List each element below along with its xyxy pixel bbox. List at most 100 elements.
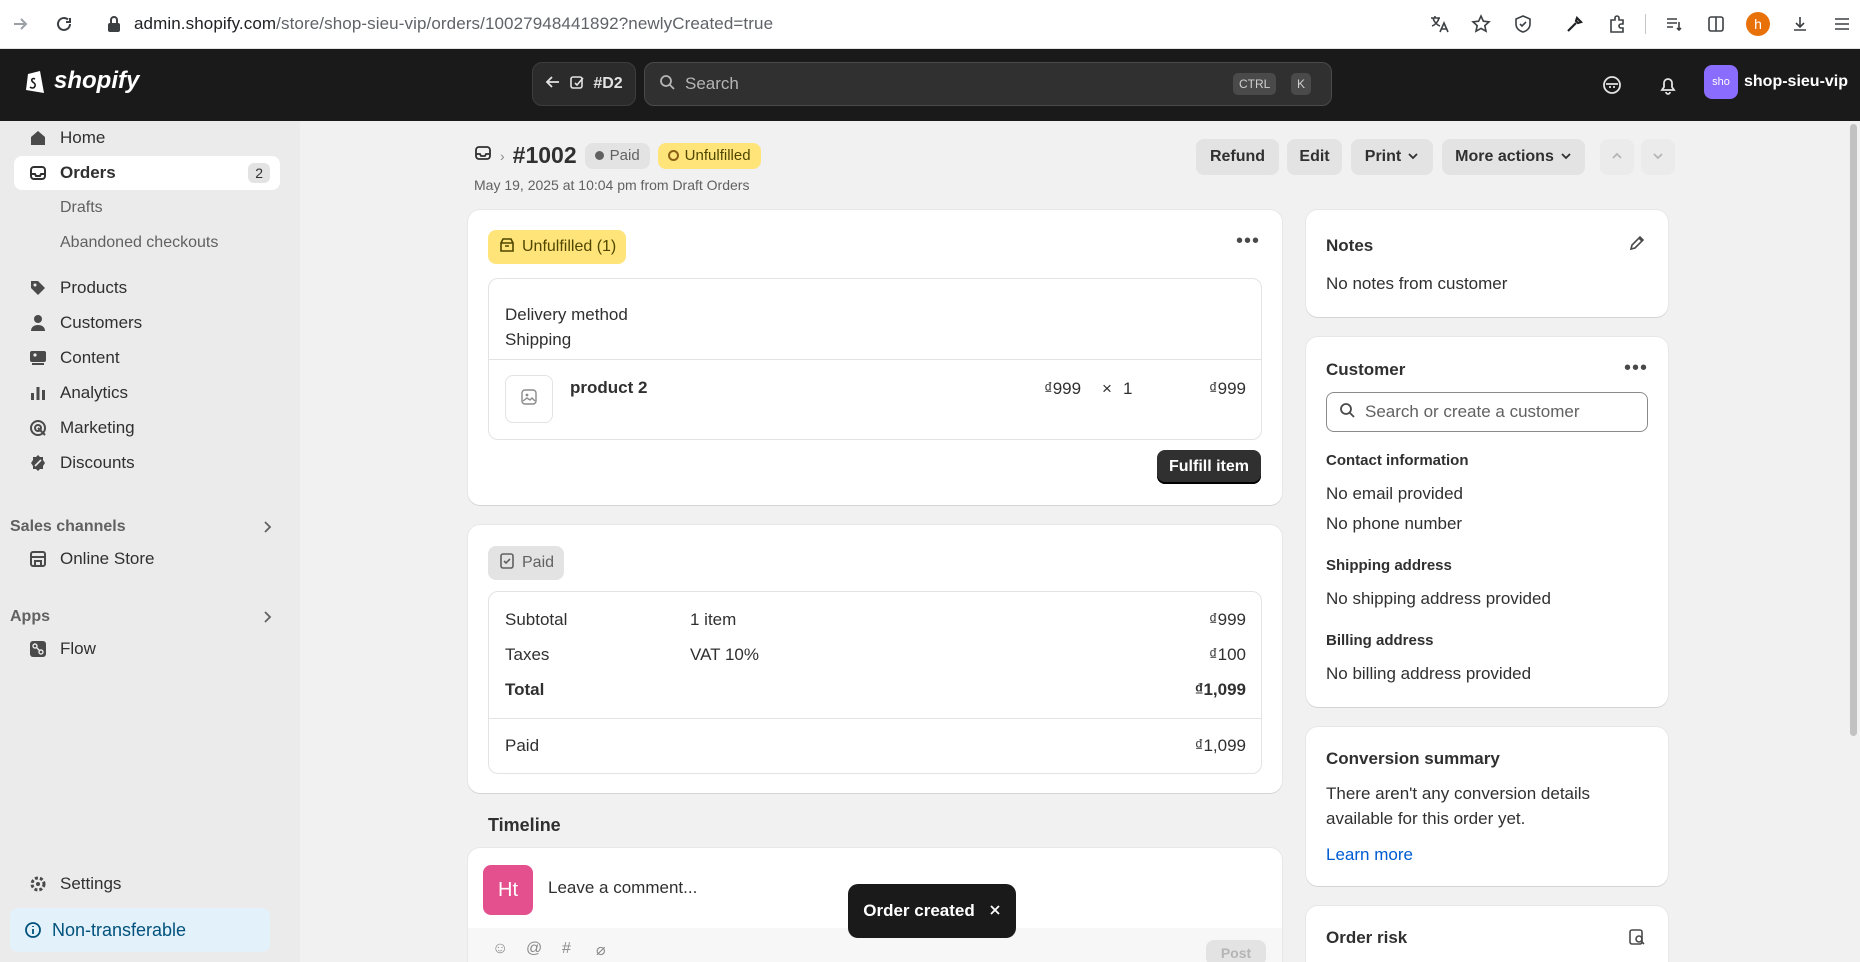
subtotal-label: Subtotal: [505, 610, 568, 629]
sidebar-item-label: Content: [60, 348, 120, 367]
shopify-logo[interactable]: shopify: [24, 67, 139, 95]
post-button[interactable]: Post: [1206, 940, 1266, 962]
order-subtitle: May 19, 2025 at 10:04 pm from Draft Orde…: [474, 177, 750, 193]
sidebar-item-label: Abandoned checkouts: [60, 234, 219, 251]
reload-icon[interactable]: [48, 8, 80, 40]
sidebar-item-drafts[interactable]: Drafts: [14, 191, 280, 225]
total-label: Total: [505, 680, 545, 699]
scrollbar-thumb[interactable]: [1850, 124, 1857, 736]
eyedropper-icon[interactable]: [1557, 8, 1593, 40]
sidebar-item-content[interactable]: Content: [14, 341, 280, 375]
bar-chart-icon: [28, 383, 48, 403]
mention-icon[interactable]: @: [526, 940, 542, 958]
pencil-icon[interactable]: [1628, 234, 1646, 257]
sidebar-item-analytics[interactable]: Analytics: [14, 376, 280, 410]
section-apps[interactable]: Apps: [10, 608, 50, 626]
button-label: Fulfill item: [1169, 458, 1249, 475]
extensions-icon[interactable]: [1599, 8, 1635, 40]
learn-more-link[interactable]: Learn more: [1326, 845, 1413, 865]
gear-icon: [28, 874, 48, 894]
chevron-up-icon: [1611, 148, 1623, 166]
reading-list-icon[interactable]: [1656, 8, 1692, 40]
back-to-order-button[interactable]: #D2: [532, 62, 636, 106]
inbox-icon[interactable]: [474, 144, 492, 167]
print-button[interactable]: Print: [1351, 139, 1433, 175]
badge-label: Paid: [609, 147, 640, 164]
more-actions-button[interactable]: More actions: [1442, 139, 1585, 175]
more-horizontal-icon[interactable]: •••: [1624, 357, 1648, 380]
taxes-desc[interactable]: VAT 10%: [690, 645, 759, 665]
inbox-icon: [28, 163, 48, 183]
attach-icon[interactable]: ⌀: [596, 940, 606, 960]
hashtag-icon[interactable]: #: [562, 940, 571, 958]
menu-icon[interactable]: [1824, 8, 1860, 40]
non-transferable-label: Non-transferable: [52, 919, 187, 940]
customer-search-input[interactable]: Search or create a customer: [1326, 392, 1648, 432]
next-order-button[interactable]: [1641, 139, 1675, 175]
side-panel-icon[interactable]: [1698, 8, 1734, 40]
risk-report-icon[interactable]: [1628, 928, 1646, 951]
paid-label: Paid: [505, 736, 540, 755]
profile-avatar[interactable]: h: [1740, 8, 1776, 40]
notes-body: No notes from customer: [1326, 274, 1508, 293]
badge-label: Unfulfilled: [684, 147, 751, 164]
product-thumbnail[interactable]: [505, 375, 553, 423]
sidebar-item-abandoned-checkouts[interactable]: Abandoned checkouts: [14, 226, 280, 260]
global-search[interactable]: Search CTRL K: [644, 62, 1332, 106]
order-risk-card: Order risk: [1306, 906, 1668, 962]
button-label: Print: [1364, 148, 1402, 165]
delivery-method-label: Delivery method: [505, 305, 628, 324]
payment-card: Paid Subtotal 1 item ₫999 Taxes VAT 10% …: [468, 525, 1282, 793]
section-sales-channels[interactable]: Sales channels: [10, 518, 126, 536]
forward-icon[interactable]: [4, 8, 36, 40]
contact-info-title: Contact information: [1326, 452, 1469, 469]
previous-order-button[interactable]: [1600, 139, 1634, 175]
sidebar-item-label: Drafts: [60, 199, 103, 216]
edit-button[interactable]: Edit: [1287, 139, 1342, 175]
sidebar-item-label: Products: [60, 278, 128, 297]
chevron-down-icon: [1407, 148, 1419, 166]
conversion-title: Conversion summary: [1326, 749, 1500, 768]
more-horizontal-icon[interactable]: •••: [1236, 230, 1260, 253]
download-icon[interactable]: [1782, 8, 1818, 40]
store-menu[interactable]: sho shop-sieu-vip: [1704, 65, 1848, 99]
times-sign: ×: [1102, 379, 1112, 398]
translate-icon[interactable]: [1421, 8, 1457, 40]
billing-address-title: Billing address: [1326, 632, 1434, 649]
sidebar-item-marketing[interactable]: Marketing: [14, 411, 280, 445]
unfulfilled-badge: Unfulfilled (1): [488, 230, 627, 264]
address-bar[interactable]: admin.shopify.com/store/shop-sieu-vip/or…: [92, 6, 1514, 42]
sidebar-item-customers[interactable]: Customers: [14, 306, 280, 340]
sidebar-item-label: Online Store: [60, 549, 155, 568]
non-transferable-banner[interactable]: Non-transferable: [10, 908, 270, 952]
subtotal-value: ₫999: [1208, 610, 1246, 629]
close-icon[interactable]: [989, 901, 1001, 921]
sidebar-item-orders[interactable]: Orders 2: [14, 156, 280, 190]
sidebar-item-discounts[interactable]: Discounts: [14, 446, 280, 480]
sidebar-item-home[interactable]: Home: [14, 121, 280, 155]
button-label: Refund: [1209, 148, 1266, 165]
emoji-icon[interactable]: ☺: [492, 940, 508, 958]
shortcut-ctrl: CTRL: [1233, 73, 1277, 95]
sidebar-item-settings[interactable]: Settings: [14, 867, 280, 901]
comment-input[interactable]: Leave a comment...: [548, 878, 697, 898]
chevron-right-icon[interactable]: [262, 610, 274, 627]
sidebar-item-products[interactable]: Products: [14, 271, 280, 305]
divider: [489, 718, 1261, 719]
order-edit-icon: [569, 74, 585, 95]
shield-icon[interactable]: [1505, 8, 1541, 40]
product-name-link[interactable]: product 2: [570, 378, 647, 398]
star-icon[interactable]: [1463, 8, 1499, 40]
chevron-down-icon: [1652, 148, 1664, 166]
customer-search-placeholder: Search or create a customer: [1365, 402, 1580, 421]
chevron-down-icon: [1560, 148, 1572, 166]
taxes-value: ₫100: [1208, 645, 1246, 664]
sidekick-icon[interactable]: [1598, 71, 1626, 99]
chevron-right-icon[interactable]: [262, 520, 274, 537]
no-phone-text: No phone number: [1326, 514, 1463, 533]
sidebar-item-flow[interactable]: Flow: [14, 632, 280, 666]
refund-button[interactable]: Refund: [1196, 139, 1279, 175]
sidebar-item-online-store[interactable]: Online Store: [14, 542, 280, 576]
fulfill-item-button[interactable]: Fulfill item: [1157, 450, 1261, 484]
bell-icon[interactable]: [1654, 71, 1682, 99]
